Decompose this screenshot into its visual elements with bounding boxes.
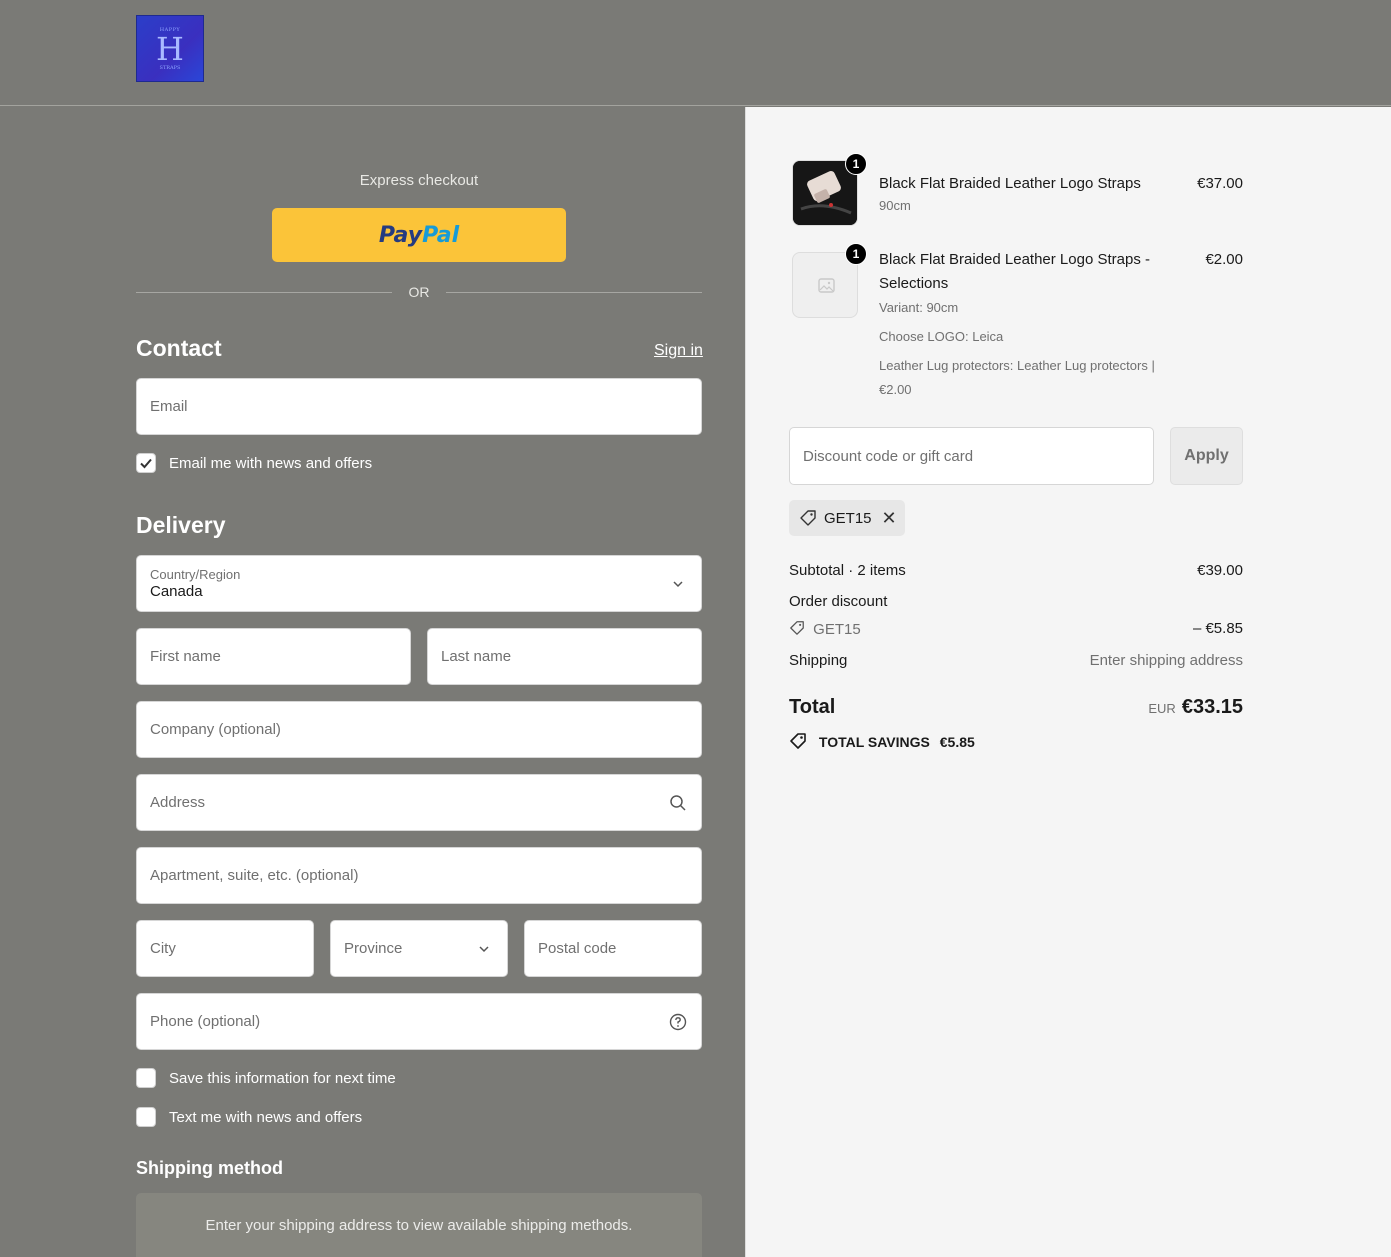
check-icon: [140, 458, 152, 469]
discount-code-input[interactable]: Discount code or gift card: [789, 427, 1154, 485]
paypal-button[interactable]: Pay Pal: [272, 208, 566, 262]
product-logo-option: Choose LOGO: Leica: [879, 329, 1004, 344]
store-logo[interactable]: HAPPY H STRAPS: [136, 15, 204, 82]
product-title: Black Flat Braided Leather Logo Straps: [879, 175, 1141, 192]
email-news-checkbox[interactable]: [136, 453, 156, 473]
phone-input[interactable]: Phone (optional): [136, 993, 702, 1050]
company-input[interactable]: Company (optional): [136, 701, 702, 758]
text-me-checkbox[interactable]: [136, 1107, 156, 1127]
product-price: €37.00: [1197, 175, 1243, 192]
apply-discount-button[interactable]: Apply: [1170, 427, 1243, 485]
search-icon: [670, 794, 686, 811]
header: HAPPY H STRAPS: [0, 0, 1391, 106]
first-name-input[interactable]: First name: [136, 628, 411, 685]
email-input[interactable]: Email: [136, 378, 702, 435]
product-variant: Variant: 90cm: [879, 300, 959, 315]
product-lug-option-price: €2.00: [879, 382, 912, 397]
delivery-title: Delivery: [136, 512, 226, 538]
contact-title: Contact: [136, 335, 222, 361]
discount-code-row: GET15 – €5.85: [789, 620, 1243, 638]
savings-tag-icon: [790, 733, 806, 749]
city-input[interactable]: City: [136, 920, 314, 977]
save-info-checkbox[interactable]: [136, 1068, 156, 1088]
tag-icon: [800, 510, 816, 526]
order-discount-row: Order discount: [789, 593, 888, 610]
help-icon[interactable]: [669, 1013, 687, 1031]
or-divider-right: [446, 292, 702, 293]
subtotal-row: Subtotal · 2 items €39.00: [789, 562, 1243, 579]
country-select[interactable]: Country/Region Canada: [136, 555, 702, 612]
express-checkout-label: Express checkout: [359, 172, 479, 189]
email-news-row[interactable]: Email me with news and offers: [136, 453, 372, 473]
or-divider-left: [136, 292, 392, 293]
total-savings-row: TOTAL SAVINGS €5.85: [789, 732, 1243, 750]
save-info-row[interactable]: Save this information for next time: [136, 1068, 396, 1088]
remove-discount-icon[interactable]: ✕: [882, 508, 897, 529]
product-lug-option: Leather Lug protectors: Leather Lug prot…: [879, 358, 1155, 373]
sign-in-link[interactable]: Sign in: [654, 342, 703, 360]
chevron-down-icon: [479, 945, 489, 952]
shipping-row: Shipping Enter shipping address: [789, 652, 1243, 669]
chevron-down-icon: [673, 580, 683, 587]
quantity-badge: 1: [845, 243, 867, 265]
product-title-line2: Selections: [879, 275, 949, 292]
last-name-input[interactable]: Last name: [427, 628, 702, 685]
text-me-row[interactable]: Text me with news and offers: [136, 1107, 362, 1127]
address-input[interactable]: Address: [136, 774, 702, 831]
product-variant: 90cm: [879, 198, 911, 213]
apartment-input[interactable]: Apartment, suite, etc. (optional): [136, 847, 702, 904]
applied-discount-chip: GET15 ✕: [789, 500, 905, 536]
tag-icon: [790, 621, 804, 635]
shipping-method-title: Shipping method: [136, 1158, 283, 1178]
or-divider-text: OR: [408, 284, 430, 300]
total-row: Total EUR €33.15: [789, 696, 1243, 718]
province-select[interactable]: Province: [330, 920, 508, 977]
postal-code-input[interactable]: Postal code: [524, 920, 702, 977]
product-title-line1: Black Flat Braided Leather Logo Straps -: [879, 251, 1150, 268]
product-price: €2.00: [1205, 251, 1243, 268]
shipping-method-message: Enter your shipping address to view avai…: [136, 1193, 702, 1257]
quantity-badge: 1: [845, 153, 867, 175]
